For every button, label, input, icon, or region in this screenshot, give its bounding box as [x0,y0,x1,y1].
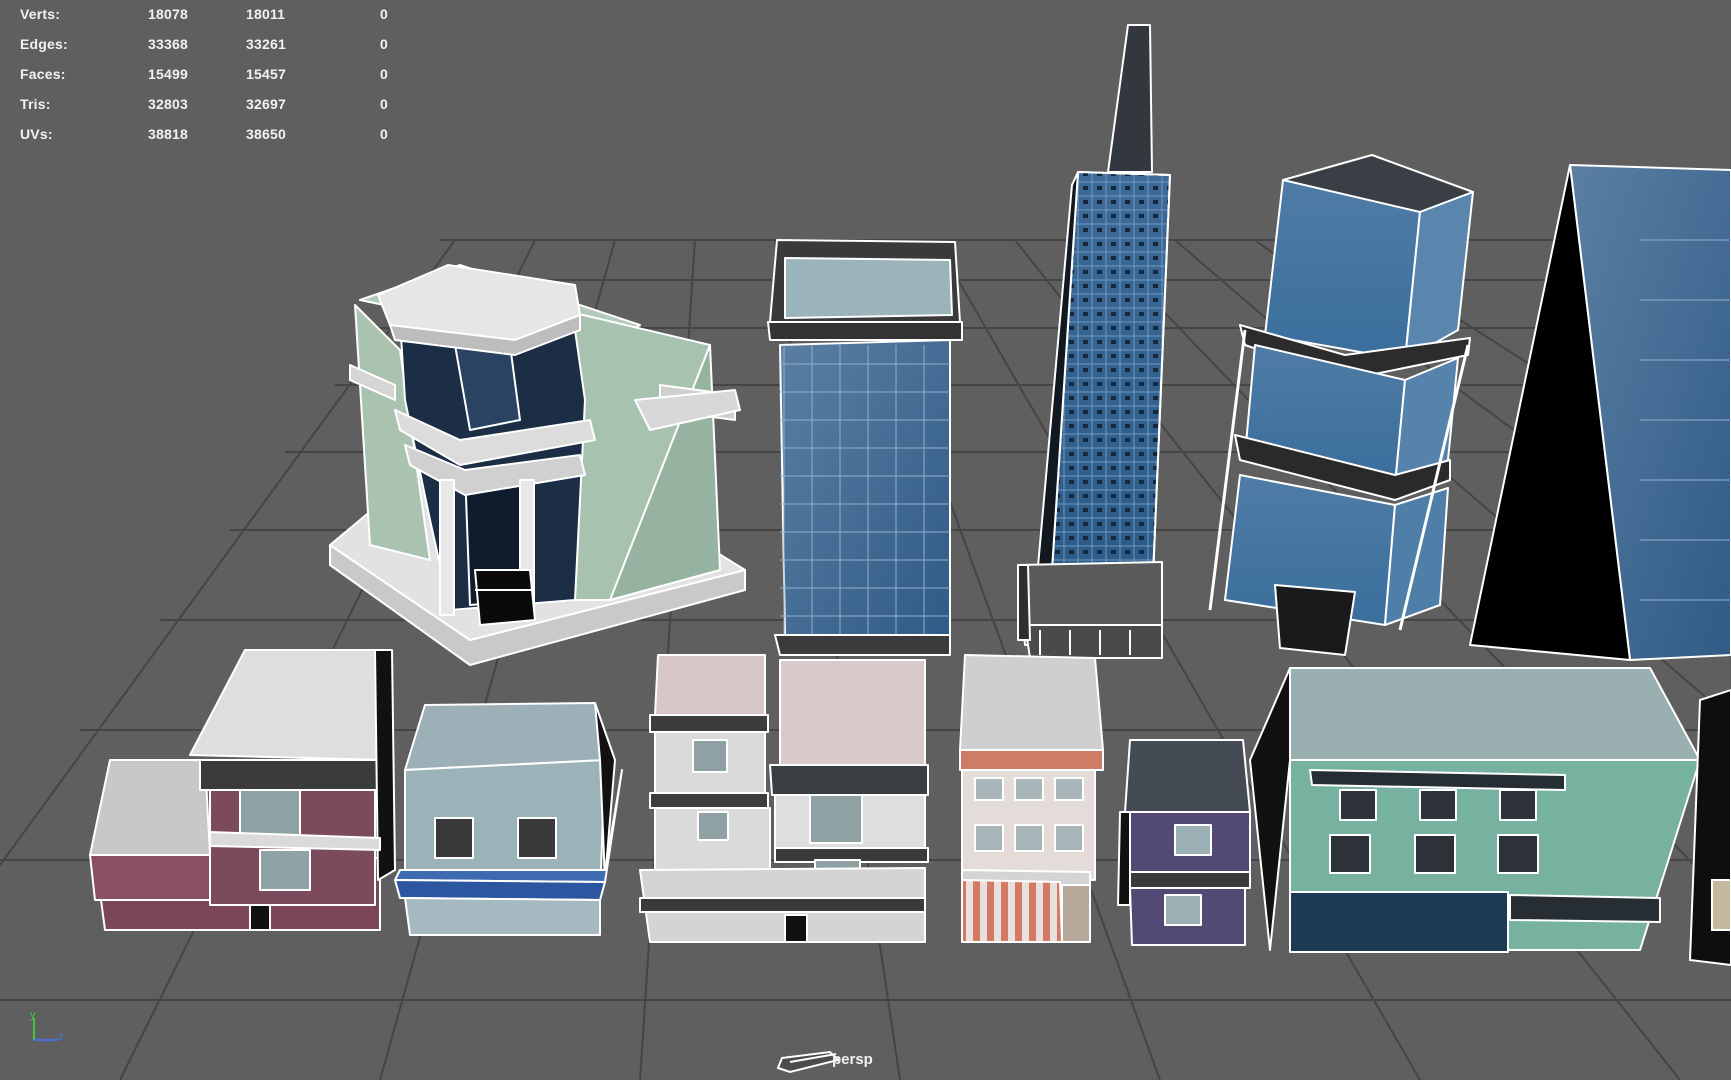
stat-value: 33368 [148,36,188,52]
stat-label: Tris: [20,96,51,112]
building-striped-awning-shop[interactable] [959,654,1104,943]
building-glass-office[interactable] [767,239,963,656]
building-blue-shop[interactable] [394,702,623,936]
building-maroon-apartment[interactable] [89,649,396,931]
stat-value: 38818 [148,126,188,142]
stat-value: 15499 [148,66,188,82]
perspective-viewport[interactable]: Verts: 18078 18011 0 Edges: 33368 33261 … [0,0,1731,1080]
building-teal-large[interactable] [1249,667,1731,961]
building-pyramid-tower[interactable] [1017,24,1171,659]
camera-icon[interactable] [776,1050,840,1074]
building-stacked-glass[interactable] [1208,154,1474,656]
poly-count-hud: Verts: 18078 18011 0 Edges: 33368 33261 … [0,0,420,150]
stat-value: 18011 [246,6,286,22]
scene-canvas[interactable] [0,0,1731,1080]
axis-z-label: z [58,1031,64,1043]
stat-label: Verts: [20,6,61,22]
building-white-mixed[interactable] [639,654,929,943]
stat-label: Edges: [20,36,68,52]
camera-name-label: persp [832,1051,873,1068]
stat-value: 18078 [148,6,188,22]
building-green-bank[interactable] [329,264,746,666]
stat-value: 33261 [246,36,286,52]
stat-value: 32803 [148,96,188,112]
stat-value: 0 [380,96,388,112]
building-purple-small[interactable] [1117,739,1251,946]
stat-value: 38650 [246,126,286,142]
stat-value: 0 [380,36,388,52]
building-edge-fragment[interactable] [1688,688,1731,967]
stat-label: UVs: [20,126,53,142]
stat-value: 15457 [246,66,286,82]
stat-value: 0 [380,6,388,22]
stat-value: 0 [380,66,388,82]
stat-value: 32697 [246,96,286,112]
stat-value: 0 [380,126,388,142]
stat-label: Faces: [20,66,66,82]
axis-gizmo-icon: y z [30,1009,64,1043]
axis-y-label: y [30,1009,36,1021]
